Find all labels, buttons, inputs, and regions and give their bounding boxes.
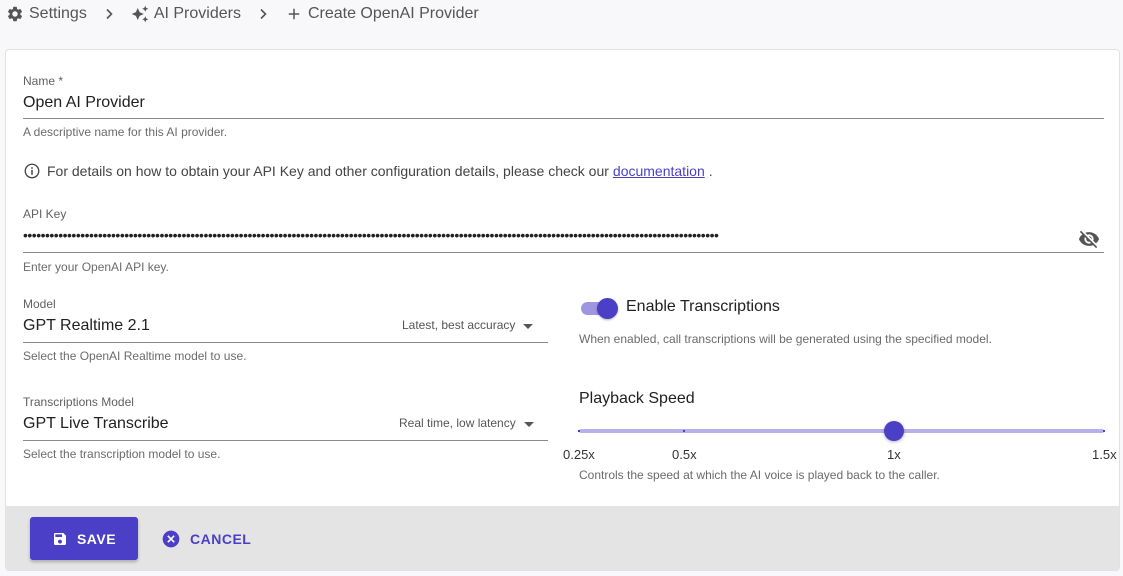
breadcrumb-label: AI Providers: [153, 5, 241, 22]
api-key-label: API Key: [23, 207, 67, 221]
toggle-thumb: [597, 298, 618, 319]
playback-speed-title: Playback Speed: [579, 390, 695, 407]
enable-transcriptions-helper: When enabled, call transcriptions will b…: [579, 332, 992, 346]
slider-tick-label: 0.5x: [672, 447, 697, 462]
chevron-right-icon: [103, 8, 115, 20]
model-select[interactable]: GPT Realtime 2.1: [23, 317, 150, 335]
caret-down-icon: [523, 421, 534, 427]
transcriptions-model-hint: Real time, low latency: [399, 416, 516, 430]
model-label: Model: [23, 297, 56, 311]
transcriptions-model-select[interactable]: GPT Live Transcribe: [23, 415, 169, 433]
save-button[interactable]: SAVE: [30, 517, 138, 560]
api-key-underline: [23, 252, 1104, 253]
cancel-button[interactable]: CANCEL: [161, 517, 251, 560]
transcriptions-model-dropdown[interactable]: Real time, low latency: [399, 416, 534, 430]
floppy-disk-icon: [52, 531, 68, 547]
visibility-off-icon[interactable]: [1078, 228, 1100, 250]
breadcrumb-label: Create OpenAI Provider: [307, 5, 479, 22]
docs-info-end: .: [708, 163, 713, 179]
model-hint: Latest, best accuracy: [402, 318, 516, 332]
documentation-link[interactable]: documentation: [613, 163, 705, 179]
docs-info: For details on how to obtain your API Ke…: [23, 162, 713, 180]
transcriptions-model-helper: Select the transcription model to use.: [23, 447, 221, 461]
transcriptions-model-label: Transcriptions Model: [23, 395, 134, 409]
breadcrumb: Settings AI Providers Create OpenAI Prov…: [6, 3, 479, 25]
breadcrumb-label: Settings: [29, 5, 87, 22]
sparkle-icon: [131, 5, 149, 23]
enable-transcriptions-label: Enable Transcriptions: [626, 298, 780, 315]
slider-rail: [579, 429, 1104, 433]
name-underline: [23, 118, 1104, 119]
slider-mark: [578, 430, 580, 432]
enable-transcriptions-toggle[interactable]: [579, 298, 619, 319]
chevron-right-icon: [257, 8, 269, 20]
slider-mark: [683, 430, 685, 432]
save-label: SAVE: [76, 530, 117, 547]
breadcrumb-ai-providers[interactable]: AI Providers: [131, 5, 241, 23]
name-input[interactable]: Open AI Provider: [23, 94, 145, 112]
slider-thumb[interactable]: [884, 421, 904, 441]
playback-speed-slider[interactable]: [578, 420, 1105, 442]
cancel-label: CANCEL: [190, 530, 252, 547]
breadcrumb-settings[interactable]: Settings: [6, 5, 87, 23]
gear-icon: [6, 5, 24, 23]
model-helper: Select the OpenAI Realtime model to use.: [23, 349, 247, 363]
caret-down-icon: [523, 323, 534, 329]
slider-tick-label: 0.25x: [563, 447, 595, 462]
model-underline: [23, 342, 548, 343]
transcriptions-model-underline: [23, 440, 548, 441]
name-helper: A descriptive name for this AI provider.: [23, 125, 228, 139]
cancel-circle-icon: [161, 529, 181, 549]
form-footer: SAVE CANCEL: [6, 506, 1119, 570]
api-key-input[interactable]: ••••••••••••••••••••••••••••••••••••••••…: [23, 228, 783, 242]
slider-tick-label: 1.5x: [1092, 447, 1117, 462]
slider-tick-label: 1x: [887, 447, 901, 462]
info-icon: [23, 162, 41, 180]
plus-icon: [285, 5, 303, 23]
model-dropdown[interactable]: Latest, best accuracy: [402, 318, 534, 332]
provider-form-card: Name * Open AI Provider A descriptive na…: [5, 49, 1120, 571]
slider-mark: [1103, 430, 1105, 432]
name-label: Name *: [23, 74, 64, 88]
playback-speed-helper: Controls the speed at which the AI voice…: [579, 468, 940, 482]
docs-info-text: For details on how to obtain your API Ke…: [47, 163, 609, 179]
breadcrumb-create-provider: Create OpenAI Provider: [285, 5, 479, 23]
api-key-helper: Enter your OpenAI API key.: [23, 260, 169, 274]
